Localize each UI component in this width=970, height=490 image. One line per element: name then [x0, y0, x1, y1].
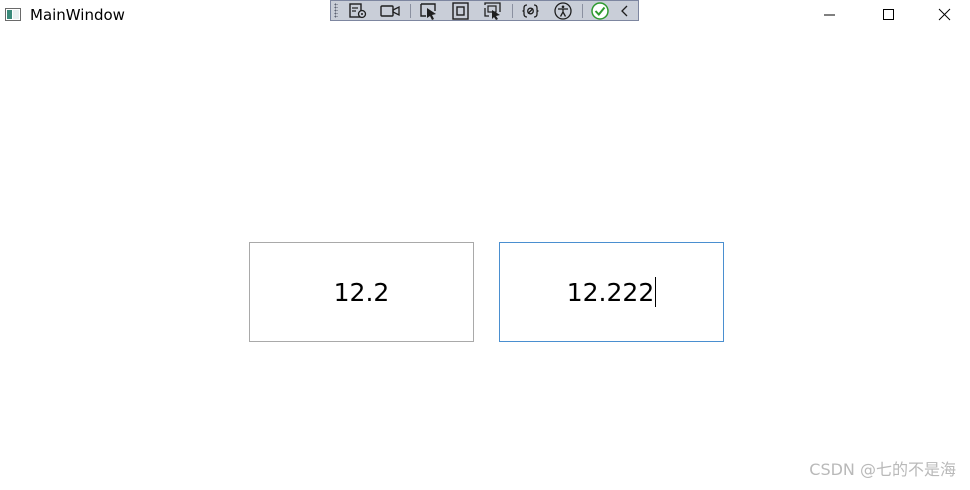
debug-toolbar — [330, 0, 639, 21]
track-focus-icon[interactable] — [480, 2, 504, 20]
record-icon[interactable] — [377, 2, 401, 20]
binding-failures-icon[interactable] — [518, 2, 542, 20]
select-element-icon[interactable] — [416, 2, 440, 20]
window-title: MainWindow — [30, 6, 125, 24]
hot-reload-ok-icon[interactable] — [587, 2, 611, 20]
accessibility-icon[interactable] — [550, 2, 574, 20]
close-button[interactable] — [920, 0, 970, 30]
right-textbox[interactable]: 12.222 — [499, 242, 724, 342]
toolbar-separator — [582, 4, 583, 18]
left-textbox-value: 12.2 — [333, 277, 390, 307]
toolbar-separator — [410, 4, 411, 18]
maximize-button[interactable] — [864, 0, 914, 30]
left-textbox[interactable]: 12.2 — [249, 242, 474, 342]
app-window-icon — [5, 8, 21, 21]
live-visual-tree-icon[interactable] — [345, 2, 369, 20]
close-icon — [938, 8, 951, 21]
collapse-icon[interactable] — [615, 2, 635, 20]
text-caret — [655, 277, 657, 307]
right-textbox-value: 12.222 — [566, 277, 655, 307]
minimize-button[interactable] — [805, 0, 855, 30]
toolbar-grip-icon[interactable] — [334, 3, 338, 18]
minimize-icon — [824, 14, 835, 16]
title-bar: MainWindow — [0, 0, 970, 30]
display-adorners-icon[interactable] — [448, 2, 472, 20]
maximize-icon — [883, 9, 894, 20]
watermark: CSDN @七的不是海 — [809, 460, 956, 479]
toolbar-separator — [512, 4, 513, 18]
